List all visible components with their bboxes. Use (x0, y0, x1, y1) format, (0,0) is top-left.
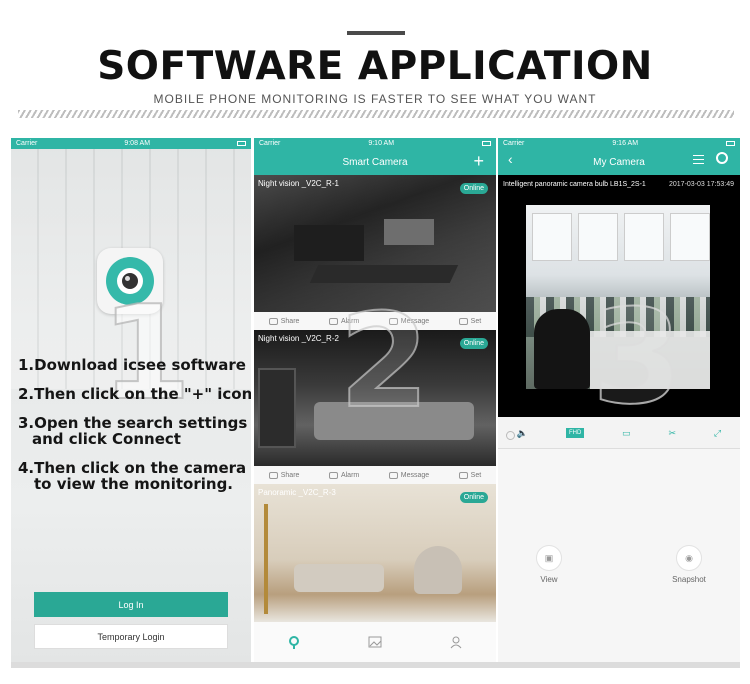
office-window (532, 213, 572, 261)
list-icon[interactable] (693, 155, 704, 164)
action-label: Set (470, 317, 482, 325)
action-label: Share (280, 317, 300, 325)
share-action[interactable]: Share (268, 471, 300, 479)
status-time: 9:10 AM (368, 140, 395, 147)
share-icon (268, 317, 278, 325)
step-4-cont: to view the monitoring. (34, 475, 233, 493)
room-furniture (384, 219, 434, 245)
gear-icon (458, 317, 468, 325)
message-action[interactable]: Message (388, 471, 430, 479)
status-time: 9:08 AM (124, 140, 151, 147)
action-label: Message (400, 471, 430, 479)
playback-panel: ▣ View ◉ Snapshot (498, 449, 740, 662)
step-3-cont: and click Connect (32, 430, 181, 448)
video-timestamp: 2017-03-03 17:53:49 (669, 181, 734, 188)
phone-live-view-screen: Carrier 9:16 AM My Camera ‹ Intelligent … (498, 138, 740, 662)
action-label: Alarm (340, 471, 360, 479)
battery-icon (236, 141, 246, 146)
product-page: SOFTWARE APPLICATION MOBILE PHONE MONITO… (0, 0, 750, 684)
office-window (624, 213, 664, 261)
camera-name: Night vision _V2C_R-2 (258, 334, 339, 343)
alarm-icon (328, 471, 338, 479)
gear-icon (458, 471, 468, 479)
snapshot-button[interactable]: ◉ Snapshot (659, 545, 719, 584)
app-title: My Camera (593, 156, 645, 168)
resolution-button[interactable]: FHD (565, 428, 585, 438)
login-button[interactable]: Log In (34, 592, 228, 617)
camera-actions: Share Alarm Message Set (254, 466, 496, 484)
status-bar: Carrier 9:16 AM (498, 138, 740, 149)
online-badge: Online (459, 338, 488, 349)
step-2: 2.Then click on the "+" icon (18, 385, 251, 403)
gallery-tab-icon[interactable] (368, 635, 382, 649)
status-time: 9:16 AM (612, 140, 639, 147)
screenshot-cut-button[interactable]: ✂ (668, 428, 676, 439)
action-label: Set (470, 471, 482, 479)
bottom-gray-bar (11, 662, 740, 668)
alarm-icon (328, 317, 338, 325)
view-label: View (540, 575, 558, 584)
step-3: 3.Open the search settings (18, 414, 248, 432)
phone-camera-list-screen: Carrier 9:10 AM Smart Camera + Night vis… (254, 138, 496, 662)
snapshot-label: Snapshot (672, 575, 706, 584)
battery-icon (725, 141, 735, 146)
camera-icon: ◉ (676, 545, 702, 571)
back-chevron-icon[interactable]: ‹ (508, 151, 513, 167)
room-shelf (258, 368, 296, 448)
app-header: Smart Camera (254, 149, 496, 175)
title-accent-bar (347, 31, 405, 35)
battery-icon (481, 141, 491, 146)
split-screen-button[interactable]: ▭ (622, 428, 631, 439)
video-controls: 🔈 FHD ▭ ✂ ⤢ (498, 422, 740, 444)
step-number-3: 3 (591, 281, 683, 433)
set-action[interactable]: Set (458, 317, 482, 325)
view-button[interactable]: ▣ View (519, 545, 579, 584)
hatch-divider (18, 110, 734, 118)
fullscreen-button[interactable]: ⤢ (714, 428, 721, 439)
share-action[interactable]: Share (268, 317, 300, 325)
online-badge: Online (459, 183, 488, 194)
office-window (670, 213, 710, 261)
page-title: SOFTWARE APPLICATION (97, 44, 653, 89)
mute-button[interactable]: 🔈 (517, 428, 528, 439)
set-action[interactable]: Set (458, 471, 482, 479)
online-badge: Online (459, 492, 488, 503)
status-bar: Carrier 9:08 AM (11, 138, 251, 149)
action-label: Share (280, 471, 300, 479)
page-subtitle: MOBILE PHONE MONITORING IS FASTER TO SEE… (153, 92, 597, 106)
carrier-label: Carrier (16, 140, 38, 147)
gear-icon[interactable] (716, 152, 728, 164)
status-bar: Carrier 9:10 AM (254, 138, 496, 149)
message-icon (388, 471, 398, 479)
view-icon: ▣ (536, 545, 562, 571)
share-icon (268, 471, 278, 479)
room-lamp (264, 504, 268, 614)
step-1: 1.Download icsee software (18, 356, 246, 374)
temporary-login-button[interactable]: Temporary Login (34, 624, 228, 649)
camera-card-3[interactable]: Panoramic _V2C_R-3 Online (254, 484, 496, 622)
app-title: Smart Camera (342, 156, 408, 168)
room-furniture (294, 225, 364, 261)
add-camera-button[interactable]: + (473, 151, 484, 171)
phone-login-screen: Carrier 9:08 AM 1 1.Download icsee softw… (11, 138, 251, 662)
carrier-label: Carrier (503, 140, 525, 147)
profile-tab-icon[interactable] (449, 635, 463, 649)
video-title: Intelligent panoramic camera bulb LB1S_2… (503, 181, 646, 188)
room-chair (414, 546, 462, 594)
room-table (309, 265, 459, 283)
instruction-steps: 1.Download icsee software 2.Then click o… (18, 357, 251, 505)
camera-name: Night vision _V2C_R-1 (258, 179, 339, 188)
tab-bar (254, 622, 496, 662)
camera-name: Panoramic _V2C_R-3 (258, 488, 336, 497)
location-tab-icon[interactable] (287, 635, 301, 649)
office-person (534, 309, 590, 389)
alarm-action[interactable]: Alarm (328, 471, 360, 479)
carrier-label: Carrier (259, 140, 281, 147)
office-window (578, 213, 618, 261)
step-4: 4.Then click on the camera (18, 459, 247, 477)
step-number-2: 2 (338, 285, 430, 437)
room-sofa (294, 564, 384, 592)
